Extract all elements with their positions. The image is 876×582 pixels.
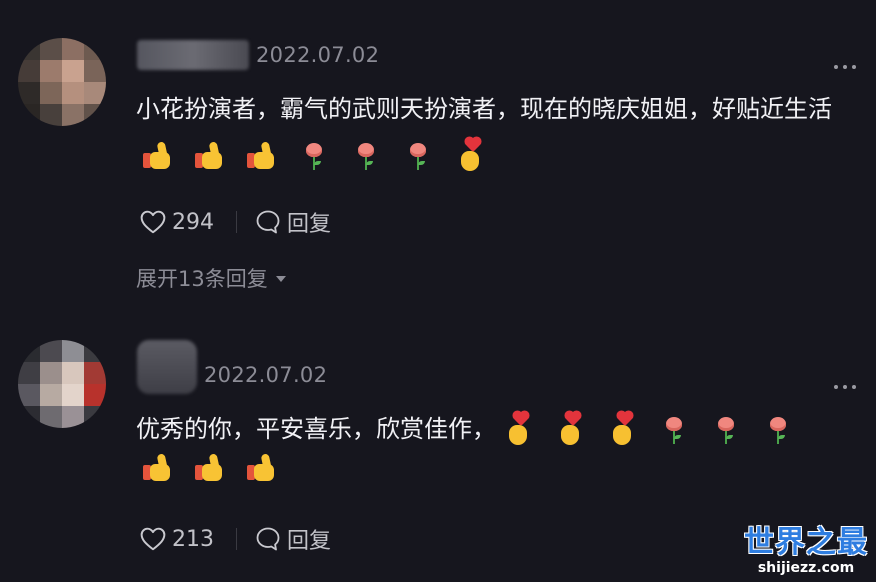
avatar-pixel bbox=[84, 406, 106, 428]
reply-bubble-icon bbox=[256, 210, 280, 234]
avatar-pixel bbox=[84, 60, 106, 82]
caret-down-icon bbox=[275, 276, 286, 282]
divider bbox=[236, 528, 237, 550]
comment-text: 优秀的你，平安喜乐，欣赏佳作， bbox=[136, 406, 851, 484]
avatar-pixel bbox=[40, 406, 62, 428]
expand-replies-label: 展开13条回复 bbox=[136, 267, 268, 291]
thumbs-up-icon bbox=[194, 140, 226, 172]
like-count: 213 bbox=[172, 526, 214, 552]
username-blurred[interactable] bbox=[137, 40, 249, 70]
reply-bubble-icon bbox=[256, 527, 280, 551]
finger-heart-icon bbox=[606, 411, 638, 446]
rose-icon bbox=[402, 140, 434, 172]
avatar-pixel bbox=[18, 406, 40, 428]
avatar-pixel bbox=[62, 384, 84, 406]
emoji-row bbox=[142, 452, 851, 484]
more-options-icon[interactable] bbox=[834, 384, 856, 390]
avatar-pixel bbox=[40, 340, 62, 362]
expand-replies-button[interactable]: 展开13条回复 bbox=[136, 263, 286, 293]
avatar-pixel bbox=[18, 384, 40, 406]
avatar-pixel bbox=[40, 104, 62, 126]
reply-button[interactable]: 回复 bbox=[255, 523, 331, 555]
avatar-pixel bbox=[40, 60, 62, 82]
emoji-row bbox=[142, 137, 486, 172]
avatar-pixel bbox=[84, 362, 106, 384]
finger-heart-icon bbox=[502, 411, 534, 446]
reply-label: 回复 bbox=[287, 212, 332, 237]
comment-body: 优秀的你，平安喜乐，欣赏佳作， bbox=[136, 415, 496, 443]
emoji-row bbox=[502, 411, 794, 446]
thumbs-up-icon bbox=[246, 452, 278, 484]
comment-date: 2022.07.02 bbox=[256, 43, 380, 67]
avatar[interactable] bbox=[18, 340, 106, 428]
username-blurred[interactable] bbox=[137, 340, 197, 394]
watermark-url: shijiezz.com bbox=[757, 560, 855, 576]
avatar-pixel bbox=[18, 340, 40, 362]
rose-icon bbox=[762, 414, 794, 446]
avatar-pixel bbox=[62, 362, 84, 384]
avatar-pixel bbox=[40, 82, 62, 104]
avatar-pixel bbox=[62, 104, 84, 126]
divider bbox=[236, 211, 237, 233]
avatar-pixel bbox=[18, 362, 40, 384]
comment-date: 2022.07.02 bbox=[204, 363, 328, 387]
avatar-pixel bbox=[40, 362, 62, 384]
avatar-pixel bbox=[18, 82, 40, 104]
avatar[interactable] bbox=[18, 38, 106, 126]
avatar-pixel bbox=[18, 60, 40, 82]
avatar-pixel bbox=[62, 38, 84, 60]
avatar-pixel bbox=[84, 82, 106, 104]
comment-card: 2022.07.02 小花扮演者，霸气的武则天扮演者，现在的晓庆姐姐，好贴近生活… bbox=[0, 0, 876, 330]
avatar-pixel bbox=[40, 384, 62, 406]
avatar-pixel bbox=[62, 340, 84, 362]
avatar-pixel bbox=[40, 38, 62, 60]
avatar-pixel bbox=[84, 104, 106, 126]
avatar-pixel bbox=[62, 82, 84, 104]
like-button[interactable]: 213 bbox=[140, 527, 214, 552]
avatar-pixel bbox=[18, 104, 40, 126]
like-count: 294 bbox=[172, 209, 214, 235]
comment-actions: 294 回复 bbox=[140, 207, 331, 237]
like-button[interactable]: 294 bbox=[140, 210, 214, 235]
more-options-icon[interactable] bbox=[834, 64, 856, 70]
avatar-pixel bbox=[62, 406, 84, 428]
rose-icon bbox=[298, 140, 330, 172]
thumbs-up-icon bbox=[142, 452, 174, 484]
rose-icon bbox=[350, 140, 382, 172]
avatar-pixel bbox=[18, 38, 40, 60]
watermark: 世界之最 shijiezz.com bbox=[744, 525, 868, 577]
reply-label: 回复 bbox=[287, 529, 332, 554]
avatar-pixel bbox=[84, 340, 106, 362]
comment-actions: 213 回复 bbox=[140, 524, 331, 554]
reply-button[interactable]: 回复 bbox=[255, 206, 331, 238]
finger-heart-icon bbox=[554, 411, 586, 446]
thumbs-up-icon bbox=[142, 140, 174, 172]
thumbs-up-icon bbox=[194, 452, 226, 484]
thumbs-up-icon bbox=[246, 140, 278, 172]
avatar-pixel bbox=[62, 60, 84, 82]
comment-text: 小花扮演者，霸气的武则天扮演者，现在的晓庆姐姐，好贴近生活 bbox=[136, 86, 851, 178]
rose-icon bbox=[710, 414, 742, 446]
comment-body: 小花扮演者，霸气的武则天扮演者，现在的晓庆姐姐，好贴近生活 bbox=[136, 95, 832, 123]
finger-heart-icon bbox=[454, 137, 486, 172]
rose-icon bbox=[658, 414, 690, 446]
watermark-title: 世界之最 bbox=[744, 525, 868, 560]
heart-icon bbox=[140, 527, 166, 551]
avatar-pixel bbox=[84, 384, 106, 406]
heart-icon bbox=[140, 210, 166, 234]
avatar-pixel bbox=[84, 38, 106, 60]
